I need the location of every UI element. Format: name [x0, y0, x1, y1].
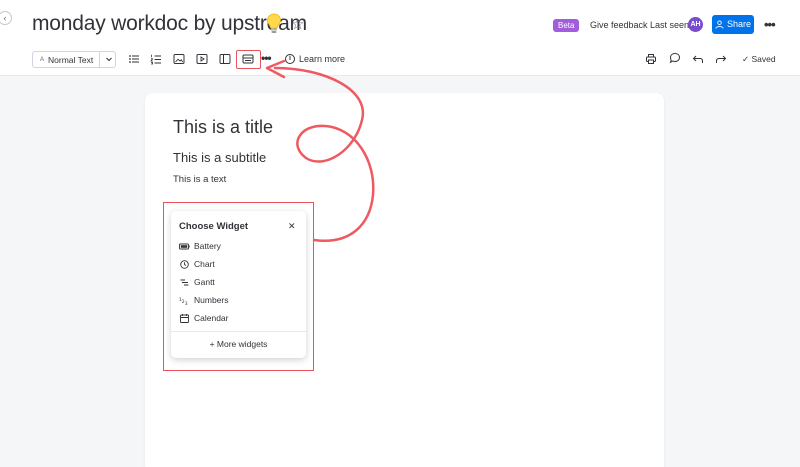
text-style-select[interactable]: A Normal Text [32, 51, 116, 68]
doc-heading-subtitle[interactable]: This is a subtitle [173, 150, 266, 165]
last-seen-label[interactable]: Last seen [650, 20, 689, 30]
clock-chart-icon [179, 259, 190, 270]
beta-badge: Beta [553, 19, 580, 32]
video-icon[interactable] [196, 53, 208, 65]
divider [99, 52, 100, 67]
calendar-icon [179, 313, 190, 324]
widget-option-label: Numbers [194, 295, 229, 305]
layout-icon[interactable] [219, 53, 231, 65]
favorite-star-icon[interactable]: ☆ [291, 15, 304, 33]
widget-option-calendar[interactable]: Calendar [179, 311, 229, 325]
gantt-icon [179, 277, 190, 288]
more-options-icon[interactable]: ••• [764, 17, 776, 32]
widget-option-label: Gantt [194, 277, 215, 287]
top-bar: ‹ monday workdoc by upstream ☆ Beta Give… [0, 0, 800, 76]
battery-icon [179, 241, 190, 252]
saved-status: ✓ Saved [742, 54, 776, 64]
widget-option-label: Chart [194, 259, 215, 269]
widget-option-numbers[interactable]: 123 Numbers [179, 293, 228, 307]
widget-option-gantt[interactable]: Gantt [179, 275, 215, 289]
learn-more-label: Learn more [299, 54, 346, 64]
print-icon[interactable] [645, 53, 657, 65]
share-label: Share [726, 19, 752, 29]
person-icon [715, 20, 724, 29]
close-icon[interactable]: ✕ [288, 221, 296, 232]
toolbar-more-icon[interactable]: ••• [261, 51, 272, 65]
image-icon[interactable] [173, 53, 185, 65]
svg-text:3: 3 [185, 301, 188, 306]
numbered-list-icon[interactable] [150, 53, 162, 65]
doc-heading-title[interactable]: This is a title [173, 117, 273, 138]
widget-option-label: Calendar [194, 313, 229, 323]
widget-option-battery[interactable]: Battery [179, 239, 221, 253]
give-feedback-link[interactable]: Give feedback [590, 20, 648, 30]
choose-widget-panel: Choose Widget ✕ Battery Chart Gantt 123 … [171, 211, 306, 358]
lightbulb-icon [267, 13, 281, 33]
redo-icon[interactable] [715, 53, 727, 65]
text-style-prefix: A [40, 56, 45, 63]
learn-more-link[interactable]: i Learn more [285, 54, 345, 64]
avatar[interactable]: AH [688, 17, 703, 32]
doc-paragraph[interactable]: This is a text [173, 174, 226, 185]
widget-option-label: Battery [194, 241, 221, 251]
panel-title: Choose Widget [179, 221, 249, 232]
widget-button-highlight [236, 50, 261, 69]
info-icon: i [285, 54, 295, 64]
share-button[interactable]: Share [712, 15, 754, 34]
numbers-icon: 123 [179, 295, 190, 306]
widget-option-chart[interactable]: Chart [179, 257, 215, 271]
comment-icon[interactable] [669, 52, 681, 64]
more-widgets-button[interactable]: + More widgets [171, 339, 306, 349]
undo-icon[interactable] [692, 53, 704, 65]
text-style-value: Normal Text [48, 54, 94, 65]
collapse-sidebar-icon[interactable]: ‹ [0, 11, 12, 25]
bulleted-list-icon[interactable] [128, 53, 140, 65]
divider [171, 331, 306, 332]
chevron-down-icon[interactable] [104, 54, 114, 64]
